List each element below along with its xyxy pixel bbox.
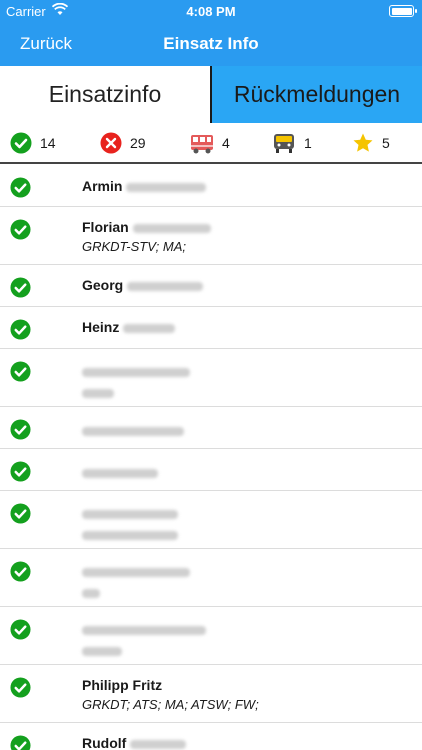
person-roles: GRKDT-STV; MA; xyxy=(82,239,187,254)
list-item[interactable] xyxy=(0,549,422,607)
redacted-name xyxy=(82,509,178,519)
check-icon xyxy=(10,561,31,582)
check-icon xyxy=(10,361,31,382)
person-name: Heinz xyxy=(82,319,120,335)
fire-truck-count: 4 xyxy=(190,131,230,155)
check-icon xyxy=(10,319,31,340)
check-icon xyxy=(10,132,32,154)
star-count-value: 5 xyxy=(382,134,390,151)
list-item[interactable]: Armin xyxy=(0,165,422,207)
person-name-row xyxy=(82,363,190,379)
status-bar: Carrier 4:08 PM xyxy=(0,0,422,22)
person-name-row xyxy=(82,563,190,579)
vehicle-count-value: 1 xyxy=(304,134,312,151)
person-roles: GRKDT; ATS; MA; ATSW; FW; xyxy=(82,697,259,712)
list-item[interactable] xyxy=(0,349,422,407)
person-roles-row xyxy=(82,585,100,600)
accepted-count-value: 14 xyxy=(40,134,56,151)
person-roles-row xyxy=(82,643,122,658)
response-list: Armin Florian GRKDT-STV; MA; Georg Heinz xyxy=(0,165,422,750)
battery-icon xyxy=(389,5,417,17)
check-icon xyxy=(10,277,31,298)
redacted-surname xyxy=(132,223,211,233)
response-summary: 14 29 4 1 5 xyxy=(0,123,422,164)
redacted-surname xyxy=(123,323,176,333)
tab-rueckmeldungen[interactable]: Rückmeldungen xyxy=(212,66,422,123)
list-item[interactable] xyxy=(0,407,422,449)
redacted-roles xyxy=(82,531,178,541)
person-name: Florian xyxy=(82,219,129,235)
fire-truck-icon xyxy=(190,131,214,155)
person-name: Philipp Fritz xyxy=(82,677,163,693)
accepted-count: 14 xyxy=(10,132,56,154)
fire-truck-count-value: 4 xyxy=(222,134,230,151)
person-name-row: Heinz xyxy=(82,319,176,335)
person-roles-row xyxy=(82,385,114,400)
check-icon xyxy=(10,735,31,750)
check-icon xyxy=(10,177,31,198)
redacted-surname xyxy=(127,281,204,291)
person-name: Georg xyxy=(82,277,124,293)
redacted-name xyxy=(82,625,206,635)
check-icon xyxy=(10,619,31,640)
redacted-name xyxy=(82,367,190,377)
cross-icon xyxy=(100,132,122,154)
star-icon xyxy=(352,132,374,154)
redacted-surname xyxy=(130,739,187,749)
check-icon xyxy=(10,503,31,524)
list-item[interactable] xyxy=(0,491,422,549)
redacted-roles xyxy=(82,589,100,599)
person-name-row xyxy=(82,621,206,637)
redacted-name xyxy=(82,468,158,478)
declined-count-value: 29 xyxy=(130,134,146,151)
person-name-row: Georg xyxy=(82,277,204,293)
list-item[interactable]: Florian GRKDT-STV; MA; xyxy=(0,207,422,265)
redacted-name xyxy=(82,567,190,577)
tab-einsatzinfo[interactable]: Einsatzinfo xyxy=(0,66,212,123)
check-icon xyxy=(10,419,31,440)
redacted-name xyxy=(82,426,184,436)
redacted-roles xyxy=(82,389,114,399)
list-item[interactable] xyxy=(0,607,422,665)
check-icon xyxy=(10,461,31,482)
clock: 4:08 PM xyxy=(186,4,236,19)
list-item[interactable]: Rudolf xyxy=(0,723,422,750)
person-name: Armin xyxy=(82,178,123,194)
declined-count: 29 xyxy=(100,132,146,154)
list-item[interactable]: Heinz xyxy=(0,307,422,349)
redacted-roles xyxy=(82,647,122,657)
person-name-row: Armin xyxy=(82,178,207,194)
segmented-control: Einsatzinfo Rückmeldungen xyxy=(0,66,422,123)
navigation-bar: Zurück Einsatz Info xyxy=(0,22,422,66)
person-name-row xyxy=(82,464,158,480)
list-item[interactable]: Philipp Fritz GRKDT; ATS; MA; ATSW; FW; xyxy=(0,665,422,723)
vehicle-front-icon xyxy=(272,131,296,155)
person-name-row: Florian xyxy=(82,219,211,235)
person-name-row: Rudolf xyxy=(82,735,187,750)
person-name: Rudolf xyxy=(82,735,127,750)
check-icon xyxy=(10,219,31,240)
person-name-row xyxy=(82,505,178,521)
star-count: 5 xyxy=(352,132,390,154)
page-title: Einsatz Info xyxy=(163,34,259,53)
vehicle-count: 1 xyxy=(272,131,312,155)
check-icon xyxy=(10,677,31,698)
redacted-surname xyxy=(126,182,207,192)
list-item[interactable] xyxy=(0,449,422,491)
person-name-row xyxy=(82,422,184,438)
list-item[interactable]: Georg xyxy=(0,265,422,307)
person-roles-row xyxy=(82,527,178,542)
